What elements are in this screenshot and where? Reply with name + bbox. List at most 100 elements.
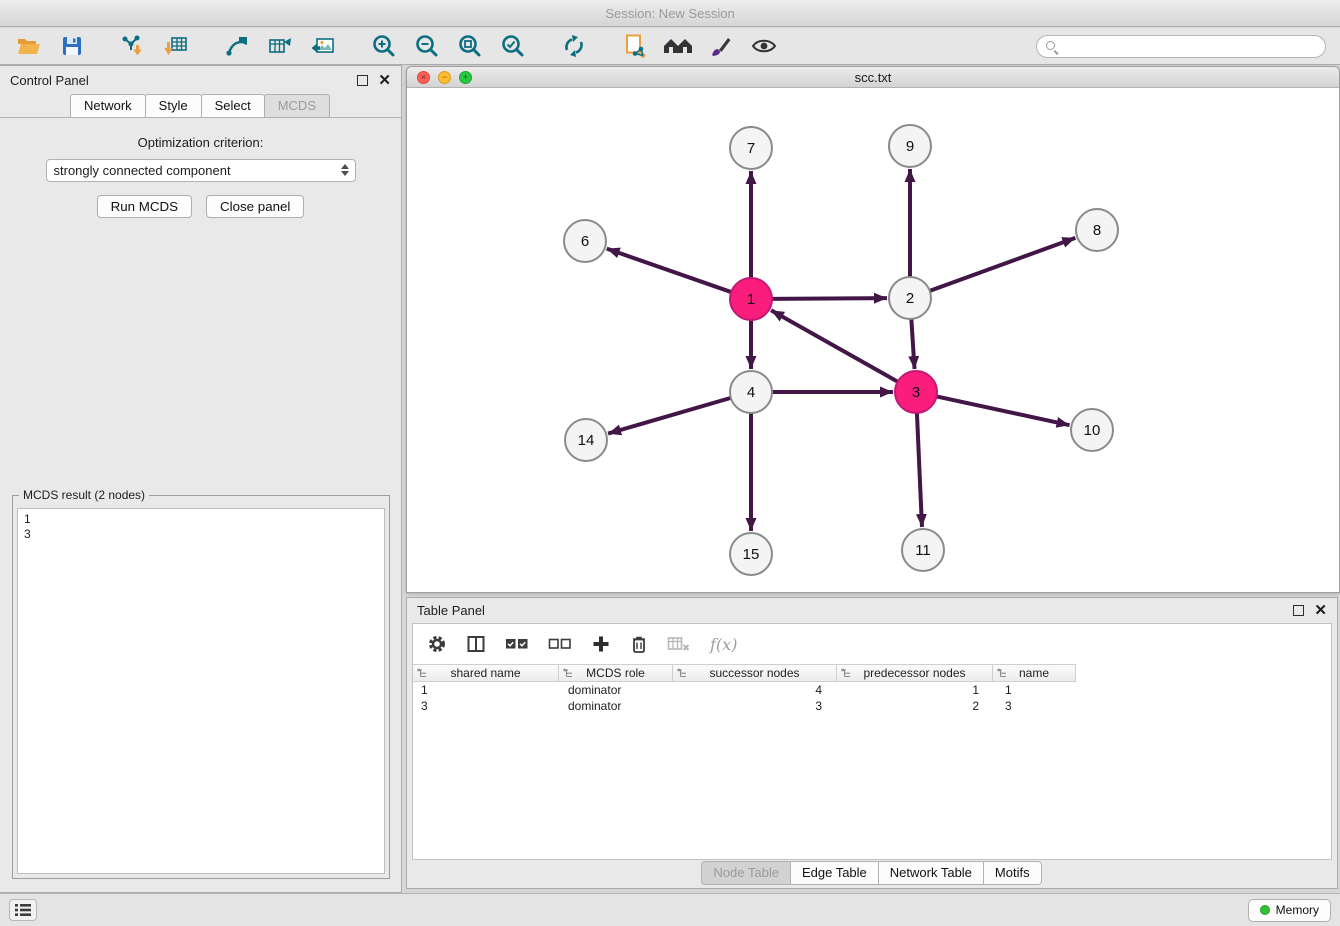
export-network-button[interactable] bbox=[218, 31, 256, 61]
close-panel-button[interactable]: ✕ bbox=[378, 75, 391, 86]
task-history-button[interactable] bbox=[9, 899, 37, 921]
table-cell[interactable]: 1 bbox=[413, 682, 560, 698]
column-header-predecessor-nodes[interactable]: predecessor nodes bbox=[836, 664, 993, 682]
table-tab-edge-table[interactable]: Edge Table bbox=[790, 861, 879, 885]
table-rows: 1dominator4113dominator323 bbox=[413, 682, 1331, 714]
table-cell[interactable]: 3 bbox=[675, 698, 840, 714]
node-9[interactable]: 9 bbox=[889, 125, 931, 167]
show-hide-button[interactable] bbox=[745, 31, 783, 61]
close-table-panel-button[interactable]: ✕ bbox=[1314, 605, 1327, 616]
node-15[interactable]: 15 bbox=[730, 533, 772, 575]
node-11[interactable]: 11 bbox=[902, 529, 944, 571]
save-session-button[interactable] bbox=[53, 31, 91, 61]
tab-mcds[interactable]: MCDS bbox=[264, 94, 330, 117]
delete-column-button[interactable] bbox=[630, 634, 648, 654]
network-window-titlebar[interactable]: × − + scc.txt bbox=[407, 67, 1339, 88]
import-table-button[interactable] bbox=[157, 31, 195, 61]
run-mcds-button[interactable]: Run MCDS bbox=[97, 195, 192, 218]
control-panel-title: Control Panel bbox=[10, 73, 89, 88]
delete-table-icon bbox=[667, 635, 691, 653]
list-icon bbox=[14, 903, 32, 917]
node-10[interactable]: 10 bbox=[1071, 409, 1113, 451]
column-header-name[interactable]: name bbox=[992, 664, 1076, 682]
plus-icon bbox=[591, 634, 611, 654]
zoom-window-button[interactable]: + bbox=[459, 71, 472, 84]
table-cell[interactable]: 1 bbox=[840, 682, 997, 698]
close-panel-button-2[interactable]: Close panel bbox=[206, 195, 304, 218]
edge-2-3[interactable] bbox=[911, 319, 914, 369]
minimize-window-button[interactable]: − bbox=[438, 71, 451, 84]
create-column-button[interactable] bbox=[591, 634, 611, 654]
open-file-button[interactable] bbox=[10, 31, 48, 61]
mcds-result-list[interactable]: 13 bbox=[17, 508, 385, 874]
zoom-in-button[interactable] bbox=[365, 31, 403, 61]
table-cell[interactable]: 2 bbox=[840, 698, 997, 714]
import-network-button[interactable] bbox=[114, 31, 152, 61]
column-header-successor-nodes[interactable]: successor nodes bbox=[672, 664, 837, 682]
edge-3-1[interactable] bbox=[771, 310, 898, 381]
network-overview-button[interactable] bbox=[616, 31, 654, 61]
network-graph[interactable]: 7 9 6 8 1 2 4 3 14 10 15 11 bbox=[407, 88, 1339, 592]
column-header-mcds-role[interactable]: MCDS role bbox=[558, 664, 673, 682]
tab-style[interactable]: Style bbox=[145, 94, 202, 117]
table-tab-motifs[interactable]: Motifs bbox=[983, 861, 1042, 885]
table-cell[interactable]: 4 bbox=[675, 682, 840, 698]
table-row[interactable]: 1dominator411 bbox=[413, 682, 1331, 698]
memory-status-icon bbox=[1260, 905, 1270, 915]
edge-3-11[interactable] bbox=[917, 413, 922, 527]
memory-button[interactable]: Memory bbox=[1248, 899, 1331, 922]
result-item[interactable]: 3 bbox=[24, 527, 378, 542]
zoom-fit-button[interactable] bbox=[451, 31, 489, 61]
edge-3-10[interactable] bbox=[937, 396, 1070, 425]
export-image-button[interactable] bbox=[304, 31, 342, 61]
node-1[interactable]: 1 bbox=[730, 278, 772, 320]
table-cell[interactable]: 3 bbox=[997, 698, 1081, 714]
criterion-select[interactable]: strongly connected component bbox=[46, 159, 356, 182]
refresh-button[interactable] bbox=[555, 31, 593, 61]
mcds-result-title: MCDS result (2 nodes) bbox=[19, 488, 149, 502]
node-14[interactable]: 14 bbox=[565, 419, 607, 461]
sort-icon bbox=[563, 668, 574, 679]
table-cell[interactable]: 1 bbox=[997, 682, 1081, 698]
network-canvas[interactable]: 7 9 6 8 1 2 4 3 14 10 15 11 bbox=[407, 88, 1339, 592]
table-tab-node-table[interactable]: Node Table bbox=[701, 861, 791, 885]
table-cell[interactable]: 3 bbox=[413, 698, 560, 714]
table-cell[interactable]: dominator bbox=[560, 698, 675, 714]
node-7[interactable]: 7 bbox=[730, 127, 772, 169]
export-network-icon bbox=[225, 34, 249, 58]
table-tab-network-table[interactable]: Network Table bbox=[878, 861, 984, 885]
search-input[interactable] bbox=[1036, 35, 1326, 58]
deselect-all-columns-button[interactable] bbox=[548, 635, 572, 653]
float-table-panel-button[interactable] bbox=[1293, 605, 1304, 616]
show-columns-button[interactable] bbox=[466, 634, 486, 654]
table-row[interactable]: 3dominator323 bbox=[413, 698, 1331, 714]
node-8[interactable]: 8 bbox=[1076, 209, 1118, 251]
node-3[interactable]: 3 bbox=[895, 371, 937, 413]
edge-4-14[interactable] bbox=[608, 398, 731, 434]
delete-table-button[interactable] bbox=[667, 635, 691, 653]
tab-network[interactable]: Network bbox=[70, 94, 146, 117]
node-label: 2 bbox=[906, 290, 914, 307]
style-paint-button[interactable] bbox=[702, 31, 740, 61]
edge-1-6[interactable] bbox=[607, 249, 731, 292]
first-neighbors-button[interactable] bbox=[659, 31, 697, 61]
function-builder-button[interactable]: f(x) bbox=[710, 635, 737, 654]
node-4[interactable]: 4 bbox=[730, 371, 772, 413]
zoom-selected-button[interactable] bbox=[494, 31, 532, 61]
window-title-bar: Session: New Session bbox=[0, 0, 1340, 27]
float-panel-button[interactable] bbox=[357, 75, 368, 86]
node-6[interactable]: 6 bbox=[564, 220, 606, 262]
table-cell[interactable]: dominator bbox=[560, 682, 675, 698]
table-settings-button[interactable] bbox=[427, 634, 447, 654]
edge-2-8[interactable] bbox=[930, 238, 1076, 291]
close-window-button[interactable]: × bbox=[417, 71, 430, 84]
search-container bbox=[1036, 35, 1326, 58]
edge-1-2[interactable] bbox=[772, 298, 887, 299]
tab-select[interactable]: Select bbox=[201, 94, 265, 117]
zoom-out-button[interactable] bbox=[408, 31, 446, 61]
column-header-shared-name[interactable]: shared name bbox=[412, 664, 559, 682]
node-2[interactable]: 2 bbox=[889, 277, 931, 319]
result-item[interactable]: 1 bbox=[24, 512, 378, 527]
select-all-columns-button[interactable] bbox=[505, 635, 529, 653]
export-table-button[interactable] bbox=[261, 31, 299, 61]
